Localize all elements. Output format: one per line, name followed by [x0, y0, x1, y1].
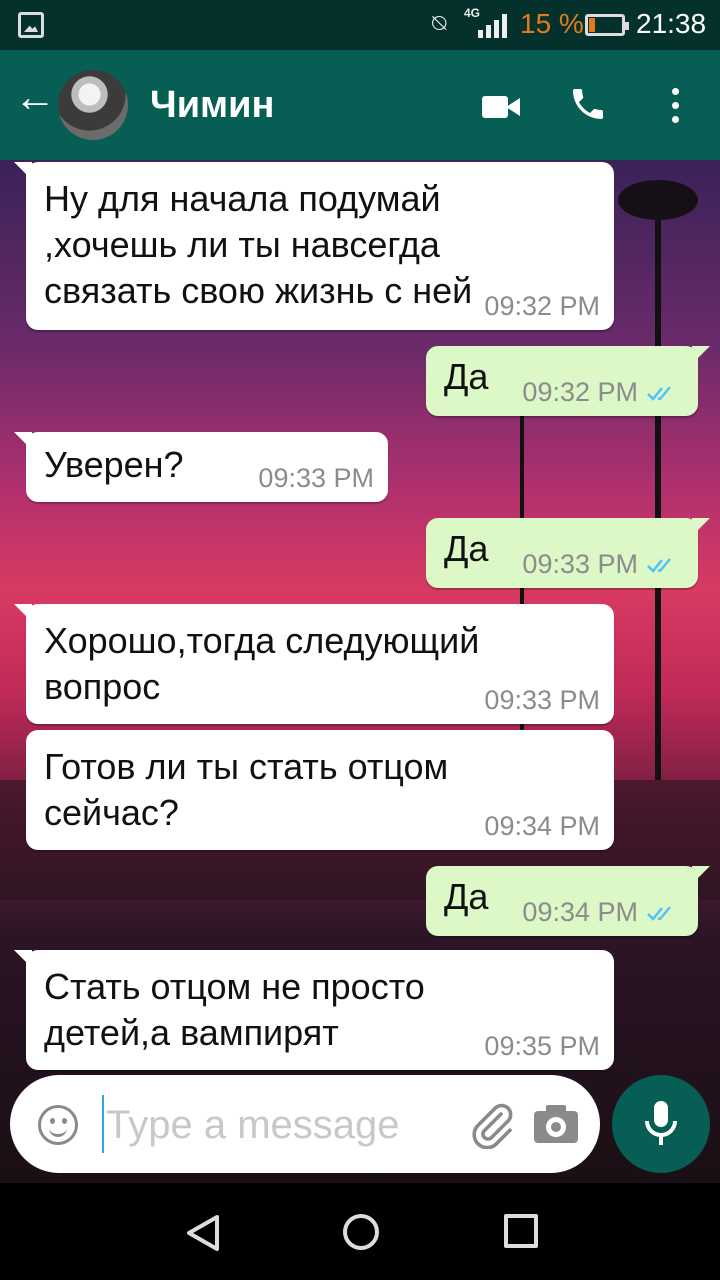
message-bubble-incoming[interactable]: Уверен? 09:33 PM	[14, 432, 388, 502]
message-time: 09:33 PM	[258, 463, 374, 493]
phone-icon[interactable]	[568, 84, 608, 124]
message-text: Да	[444, 528, 489, 569]
message-text: Уверен?	[44, 444, 184, 485]
vibrate-icon: ⍉	[432, 10, 447, 37]
message-time: 09:33 PM	[522, 549, 638, 579]
battery-icon	[585, 14, 629, 36]
message-bubble-outgoing[interactable]: Да 09:34 PM	[426, 866, 710, 936]
chat-area[interactable]: Ну для начала подумай ,хочешь ли ты навс…	[0, 160, 720, 1183]
video-call-icon[interactable]	[482, 94, 520, 120]
message-time: 09:34 PM	[522, 897, 638, 927]
nav-home-icon[interactable]	[343, 1214, 379, 1250]
message-text: Хорошо,тогда следующий вопрос	[44, 620, 480, 707]
nav-recents-icon[interactable]	[504, 1214, 538, 1248]
message-time: 09:34 PM	[484, 811, 600, 841]
message-bubble-incoming[interactable]: Стать отцом не просто детей,а вампирят 0…	[14, 950, 614, 1070]
message-bubble-incoming[interactable]: Готов ли ты стать отцом сейчас? 09:34 PM	[26, 730, 614, 850]
contact-avatar[interactable]	[58, 70, 128, 140]
message-bubble-incoming[interactable]: Хорошо,тогда следующий вопрос 09:33 PM	[14, 604, 614, 724]
battery-percent: 15 %	[520, 8, 584, 39]
background-palm-crown	[618, 180, 698, 220]
message-text: Готов ли ты стать отцом сейчас?	[44, 746, 449, 833]
text-cursor	[102, 1095, 104, 1153]
mic-button[interactable]	[612, 1075, 710, 1173]
chat-header: ← Чимин	[0, 50, 720, 160]
read-ticks-icon	[647, 386, 671, 401]
camera-icon[interactable]	[534, 1105, 578, 1143]
contact-name[interactable]: Чимин	[150, 84, 274, 127]
message-text: Да	[444, 356, 489, 397]
message-time: 09:33 PM	[484, 685, 600, 715]
read-ticks-icon	[647, 558, 671, 573]
gallery-notification-icon	[18, 12, 44, 38]
system-nav-bar	[0, 1183, 720, 1280]
message-bubble-outgoing[interactable]: Да 09:32 PM	[426, 346, 710, 416]
message-input[interactable]	[106, 1099, 466, 1151]
background-palm	[655, 220, 661, 780]
status-bar: ⍉ 4G 15 % 21:38	[0, 0, 720, 50]
microphone-icon	[645, 1101, 677, 1145]
more-options-icon[interactable]	[668, 86, 682, 126]
clock: 21:38	[636, 8, 707, 39]
message-text: Да	[444, 876, 489, 917]
message-time: 09:35 PM	[484, 1031, 600, 1061]
message-bubble-incoming[interactable]: Ну для начала подумай ,хочешь ли ты навс…	[14, 162, 614, 330]
message-text: Стать отцом не просто детей,а вампирят	[44, 966, 425, 1053]
message-time: 09:32 PM	[522, 377, 638, 407]
signal-icon	[478, 14, 508, 38]
nav-back-icon[interactable]	[185, 1213, 221, 1253]
back-arrow-icon[interactable]: ←	[14, 76, 56, 118]
attachment-icon[interactable]	[468, 1101, 516, 1149]
emoji-icon[interactable]	[38, 1105, 78, 1145]
message-time: 09:32 PM	[484, 291, 600, 321]
message-bubble-outgoing[interactable]: Да 09:33 PM	[426, 518, 710, 588]
read-ticks-icon	[647, 906, 671, 921]
message-text: Ну для начала подумай ,хочешь ли ты навс…	[44, 178, 473, 311]
message-composer	[10, 1075, 600, 1173]
